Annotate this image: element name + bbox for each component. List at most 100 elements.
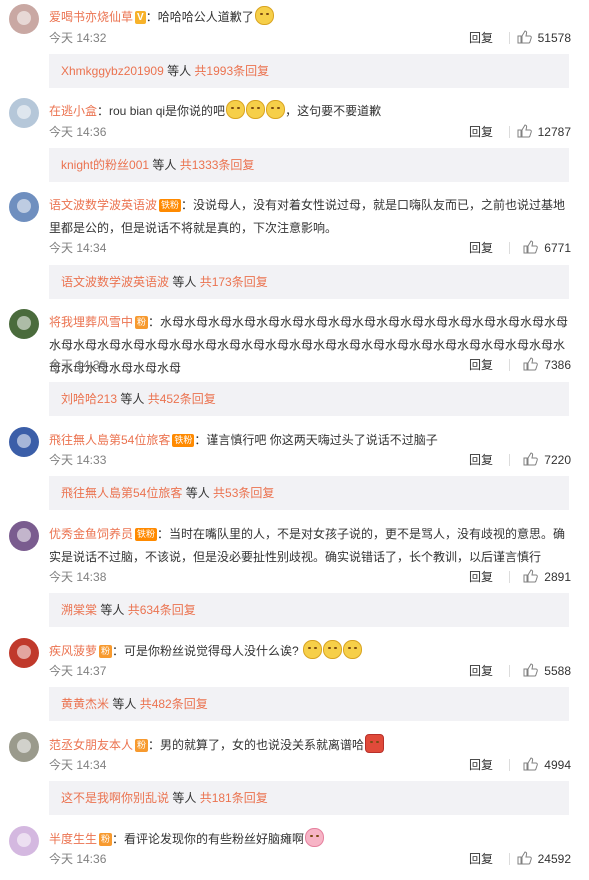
avatar[interactable] [9,309,39,339]
divider [509,359,510,371]
username-link[interactable]: 飛往無人島第54位旅客 [49,433,170,447]
sub-reply-total[interactable]: 共634条回复 [128,603,196,617]
username-link[interactable]: 将我埋葬风雪中 [49,315,133,329]
thumbs-up-icon [517,30,532,44]
comment-meta: 今天 14:35 回复 7386 [49,355,573,375]
like-button[interactable]: 24592 [517,849,571,869]
sub-replies-bar[interactable]: 刘哈哈213 等人 共452条回复 [49,382,569,416]
avatar[interactable] [9,192,39,222]
sub-replies-bar[interactable]: 飛往無人島第54位旅客 等人 共53条回复 [49,476,569,510]
sub-reply-total[interactable]: 共1993条回复 [194,64,269,78]
sub-replies-bar[interactable]: knight的粉丝001 等人 共1333条回复 [49,148,569,182]
sub-reply-connector: 等人 [97,603,128,617]
fan-level-badge-icon: 粉 [135,739,149,752]
reply-button[interactable]: 回复 [469,355,493,375]
laugh-emoji-icon [246,100,266,119]
comment-text-block: 半度生生粉：看评论发现你的有些粉丝好脑瘫啊 [49,828,573,851]
fan-badge-icon: 铁粉 [135,528,158,541]
sub-replies-bar[interactable]: 溯棠棠 等人 共634条回复 [49,593,569,627]
reply-button[interactable]: 回复 [469,755,493,775]
divider [509,759,510,771]
comment-text-block: 范丞女朋友本人粉：男的就算了，女的也说没关系就离谱哈 [49,734,573,757]
comment-text-block: 爱喝书亦烧仙草 V ：哈哈哈公人道歉了 [49,6,573,29]
sub-reply-connector: 等人 [117,392,148,406]
sub-reply-user[interactable]: 黄黄杰米 [61,697,109,711]
username-link[interactable]: 优秀金鱼饲养员 [49,527,133,541]
timestamp: 今天 14:32 [49,31,107,45]
comment-feed: { "comments": [ { "user": "爱喝书亦烧仙草", "ba… [0,0,589,880]
like-button[interactable]: 12787 [517,122,571,142]
reply-button[interactable]: 回复 [469,849,493,869]
sub-reply-total[interactable]: 共452条回复 [148,392,216,406]
thumbs-up-icon [517,124,532,138]
avatar[interactable] [9,521,39,551]
rice-emoji-icon [365,734,385,753]
like-button[interactable]: 6771 [523,238,571,258]
divider [509,853,510,865]
timestamp: 今天 14:38 [49,570,107,584]
comment-text-block: 在逃小盒：rou bian qi是你说的吧 ，这句要不要道歉 [49,100,573,123]
comment-meta: 今天 14:34 回复 4994 [49,755,573,775]
avatar[interactable] [9,638,39,668]
reply-button[interactable]: 回复 [469,122,493,142]
divider [509,454,510,466]
like-count: 7386 [544,358,571,372]
sub-reply-connector: 等人 [109,697,140,711]
like-button[interactable]: 7386 [523,355,571,375]
sub-reply-total[interactable]: 共173条回复 [200,275,268,289]
sub-replies-bar[interactable]: 语文波数学波英语波 等人 共173条回复 [49,265,569,299]
sub-reply-connector: 等人 [163,64,195,78]
comment-meta: 今天 14:36 回复 24592 [49,849,573,869]
like-button[interactable]: 7220 [523,450,571,470]
like-button[interactable]: 5588 [523,661,571,681]
timestamp: 今天 14:37 [49,664,107,678]
username-link[interactable]: 爱喝书亦烧仙草 [49,10,133,24]
username-link[interactable]: 在逃小盒 [49,104,97,118]
thumbs-up-icon [517,851,532,865]
puzzled-emoji-icon [303,640,323,659]
sub-reply-user[interactable]: 溯棠棠 [61,603,97,617]
sub-replies-bar[interactable]: 黄黄杰米 等人 共482条回复 [49,687,569,721]
sub-replies-bar[interactable]: 这不是我啊你别乱说 等人 共181条回复 [49,781,569,815]
puzzled-emoji-icon [343,640,363,659]
like-button[interactable]: 51578 [517,28,571,48]
reply-button[interactable]: 回复 [469,567,493,587]
divider [509,665,510,677]
username-link[interactable]: 语文波数学波英语波 [49,198,157,212]
sub-reply-user[interactable]: knight的粉丝001 [61,158,149,172]
avatar[interactable] [9,98,39,128]
sub-reply-total[interactable]: 共1333条回复 [180,158,255,172]
divider [509,571,510,583]
sub-reply-user[interactable]: 飛往無人島第54位旅客 [61,486,182,500]
like-button[interactable]: 4994 [523,755,571,775]
reply-button[interactable]: 回复 [469,661,493,681]
avatar[interactable] [9,427,39,457]
comment-meta: 今天 14:33 回复 7220 [49,450,573,470]
username-link[interactable]: 疾风菠萝 [49,644,97,658]
avatar[interactable] [9,4,39,34]
sub-reply-total[interactable]: 共482条回复 [140,697,208,711]
avatar[interactable] [9,826,39,856]
sub-reply-user[interactable]: Xhmkggybz201909 [61,64,164,78]
like-button[interactable]: 2891 [523,567,571,587]
username-link[interactable]: 半度生生 [49,832,97,846]
laugh-emoji-icon [226,100,246,119]
reply-button[interactable]: 回复 [469,450,493,470]
thumbs-up-icon [523,357,539,371]
sub-reply-user[interactable]: 这不是我啊你别乱说 [61,791,169,805]
sub-reply-total[interactable]: 共181条回复 [200,791,268,805]
avatar[interactable] [9,732,39,762]
sub-reply-total[interactable]: 共53条回复 [213,486,274,500]
reply-button[interactable]: 回复 [469,28,493,48]
sub-reply-user[interactable]: 刘哈哈213 [61,392,117,406]
fan-level-badge-icon: 粉 [99,833,113,846]
username-link[interactable]: 范丞女朋友本人 [49,738,133,752]
sub-reply-user[interactable]: 语文波数学波英语波 [61,275,169,289]
comment-text-after: ，这句要不要道歉 [285,104,382,118]
like-count: 7220 [544,453,571,467]
divider [509,32,510,44]
reply-button[interactable]: 回复 [469,238,493,258]
comment-text: ：看评论发现你的有些粉丝好脑瘫啊 [112,832,305,846]
sub-replies-bar[interactable]: Xhmkggybz201909 等人 共1993条回复 [49,54,569,88]
comment-text: ：哈哈哈公人道歉了 [145,10,254,24]
